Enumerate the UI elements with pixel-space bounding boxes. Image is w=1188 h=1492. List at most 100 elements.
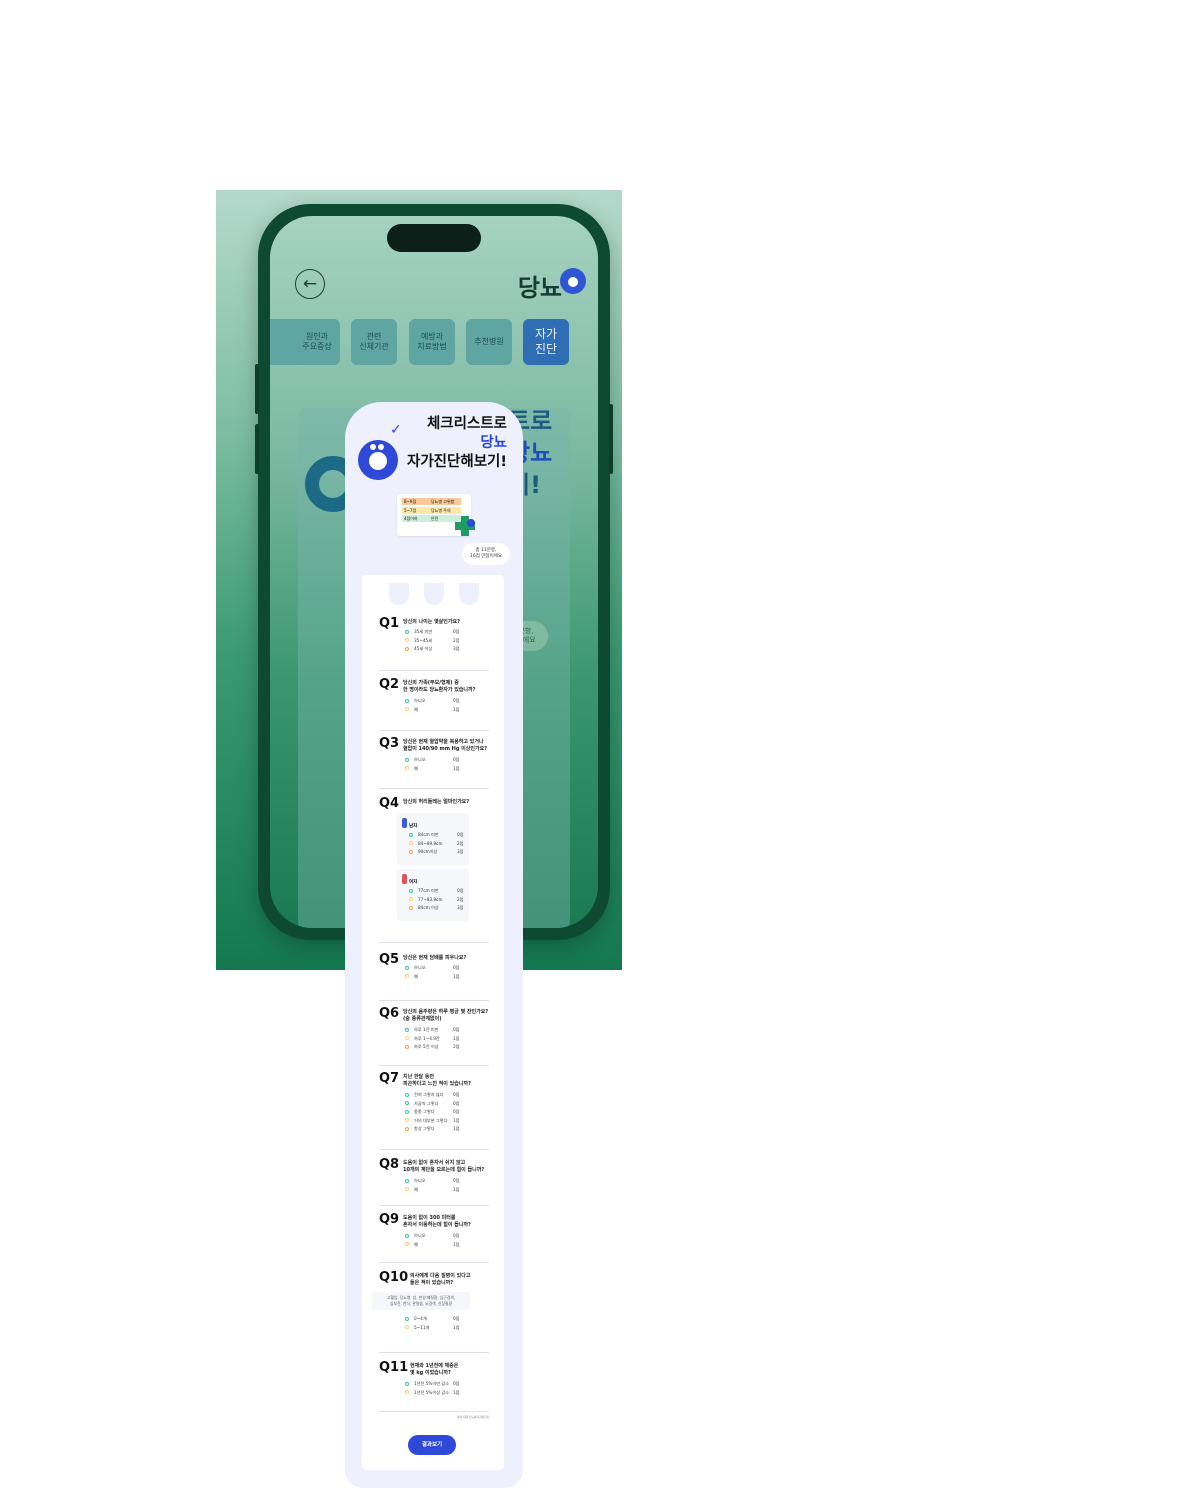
radio-circle-icon[interactable] (409, 841, 413, 846)
question-text: 도움이 없이 혼자서 쉬지 않고 10개의 계단을 오르는데 힘이 듭니까? (403, 1160, 485, 1173)
radio-circle-icon[interactable] (405, 1390, 409, 1395)
mascot-logo-icon (358, 440, 398, 480)
question-divider (379, 788, 489, 789)
radio-circle-icon[interactable] (405, 1316, 409, 1321)
option-label: 77~83.9cm (418, 896, 443, 902)
radio-circle-icon[interactable] (405, 698, 409, 703)
radio-circle-icon[interactable] (405, 1187, 409, 1192)
radio-circle-icon[interactable] (405, 766, 409, 771)
radio-circle-icon[interactable] (405, 1044, 409, 1049)
intro-line-3: 자가진단해보기! (407, 454, 507, 470)
medical-cross-icon (455, 516, 475, 536)
back-button[interactable]: ← (295, 269, 325, 299)
option-score: 2점 (457, 896, 464, 902)
tab-prevention[interactable]: 예방과 치료방법 (409, 319, 455, 365)
option-label: 항상 그렇다 (414, 1126, 435, 1131)
question-divider (379, 1352, 489, 1353)
option-score: 1점 (453, 1126, 460, 1131)
question-text: 당신의 허리둘레는 얼마인가요? (403, 799, 470, 805)
radio-circle-icon[interactable] (405, 1126, 409, 1131)
radio-circle-icon[interactable] (405, 1092, 409, 1097)
radio-circle-icon[interactable] (405, 1233, 409, 1238)
tab-organs[interactable]: 관련 신체기관 (351, 319, 397, 365)
radio-circle-icon[interactable] (405, 974, 409, 979)
disease-list-note: 고혈압, 당뇨병, 암, 만성 폐질환, 심근경색, 심부전, 천식, 관절염,… (372, 1292, 470, 1310)
option-label: 1년전 5%이상 감소 (414, 1389, 450, 1395)
question-number: Q5 (379, 952, 400, 967)
question-number: Q11 (379, 1360, 409, 1375)
arrow-left-icon: ← (302, 274, 318, 294)
intro-bubble: 총 11문항, 16점 만점이에요 (462, 543, 510, 565)
radio-circle-icon[interactable] (405, 1036, 409, 1041)
option-score: 0점 (453, 965, 460, 970)
question-number: Q1 (379, 616, 400, 631)
tab-self-diagnosis[interactable]: 자가 진단 (523, 319, 569, 365)
intro-line-1: 체크리스트로 (426, 416, 507, 432)
option-score: 1점 (453, 973, 460, 979)
radio-circle-icon[interactable] (405, 965, 409, 970)
option-label: 5~11개 (414, 1324, 430, 1330)
radio-circle-icon[interactable] (405, 638, 409, 643)
question-text: 당신의 가족(부모/형제) 중 한 명이라도 당뇨환자가 있습니까? (403, 680, 476, 693)
option-label: 하루 1잔 미만 (414, 1027, 439, 1032)
radio-circle-icon[interactable] (405, 646, 409, 651)
radio-circle-icon[interactable] (405, 1325, 409, 1330)
option-score: 2점 (457, 840, 464, 846)
result-button[interactable]: 결과보기 (408, 1435, 456, 1455)
radio-circle-icon[interactable] (405, 1178, 409, 1183)
question-number: Q2 (379, 677, 400, 692)
radio-circle-icon[interactable] (405, 1242, 409, 1247)
question-divider (379, 942, 489, 943)
dynamic-island (387, 224, 481, 252)
group-label: 남자 (409, 824, 418, 829)
option-label: 아니오 (414, 965, 426, 970)
option-label: 예 (414, 1241, 418, 1247)
radio-circle-icon[interactable] (405, 1027, 409, 1032)
radio-circle-icon[interactable] (405, 757, 409, 762)
radio-circle-icon[interactable] (405, 707, 409, 712)
score-status: 당뇨병 고위험 (428, 498, 461, 505)
option-label: 45세 이상 (414, 646, 433, 651)
question-text: 당신은 현재 혈압약을 복용하고 있거나 혈압이 140/90 mm Hg 이상… (403, 739, 488, 752)
option-score: 0점 (453, 698, 460, 703)
score-range: 4점이하 (402, 515, 428, 522)
tab-hospital[interactable]: 추천병원 (466, 319, 512, 365)
radio-circle-icon[interactable] (405, 1101, 409, 1106)
score-status: 당뇨병 주의 (428, 506, 461, 514)
radio-circle-icon[interactable] (405, 1118, 409, 1123)
radio-circle-icon[interactable] (405, 629, 409, 634)
option-label: 예 (414, 1186, 418, 1192)
radio-circle-icon[interactable] (409, 897, 413, 902)
option-score: 1점 (453, 1035, 460, 1041)
question-text: 현재와 1년전에 체중은 몇 kg 이었습니까? (410, 1363, 459, 1376)
option-score: 0점 (453, 1109, 460, 1114)
option-label: 예 (414, 973, 418, 979)
radio-circle-icon[interactable] (409, 905, 413, 910)
male-icon (402, 818, 407, 828)
question-divider (379, 670, 489, 671)
group-label: 여자 (409, 880, 418, 885)
option-score: 2점 (453, 1044, 460, 1049)
radio-circle-icon[interactable] (409, 849, 413, 854)
option-score: 0점 (453, 629, 460, 634)
question-text: 도움이 없이 300 미터를 혼자서 이동하는데 힘이 듭니까? (403, 1215, 471, 1228)
option-label: 아니오 (414, 757, 426, 762)
score-table-row: 5~7점 당뇨병 주의 (402, 506, 466, 514)
sheet-hole (389, 583, 409, 605)
option-label: 예 (414, 765, 418, 771)
sheet-hole (459, 583, 479, 605)
option-score: 3점 (453, 646, 460, 651)
radio-circle-icon[interactable] (409, 832, 413, 837)
radio-circle-icon[interactable] (409, 888, 413, 893)
option-label: 아니오 (414, 698, 426, 703)
option-label: 예 (414, 706, 418, 712)
question-number: Q8 (379, 1157, 400, 1172)
option-label: 1년전 5%이만 감소 (414, 1381, 450, 1386)
question-number: Q4 (379, 796, 400, 811)
question-number: Q7 (379, 1071, 400, 1086)
phone-side-button (609, 404, 613, 474)
tab-causes[interactable]: 원인과 주요증상 (294, 319, 340, 365)
radio-circle-icon[interactable] (405, 1109, 409, 1114)
option-score: 0점 (453, 1178, 460, 1183)
radio-circle-icon[interactable] (405, 1381, 409, 1386)
